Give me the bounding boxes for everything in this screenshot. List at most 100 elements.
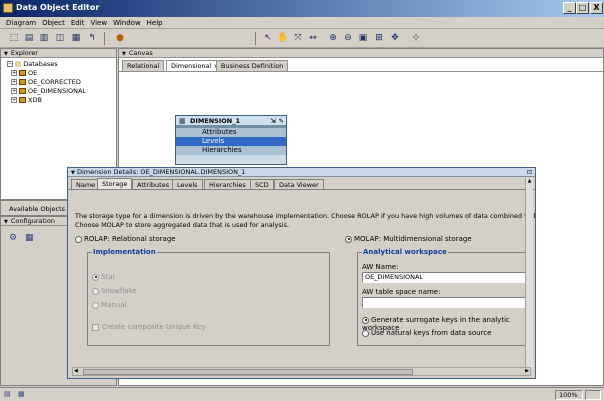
manual-radio[interactable]: Manual <box>92 301 126 309</box>
toolbar-separator <box>255 32 256 45</box>
pan-hand-icon[interactable]: ✋ <box>277 32 289 44</box>
radio-button[interactable] <box>92 287 99 295</box>
dimension-header[interactable]: ▦ DIMENSION_1 ⇲ ✎ <box>176 116 286 126</box>
collapse-icon[interactable]: ▼ <box>71 170 75 176</box>
tree-node-databases[interactable]: − ▤ Databases <box>7 60 116 69</box>
explorer-title: Explorer <box>10 49 38 57</box>
rolap-radio[interactable]: ROLAP: Relational storage <box>75 235 176 243</box>
scroll-left-icon[interactable]: ◀ <box>74 368 78 374</box>
edit-icon[interactable]: ✎ <box>279 116 284 126</box>
maximize-button[interactable]: □ <box>576 2 589 14</box>
tab-divider <box>119 71 603 72</box>
radio-button[interactable] <box>92 301 99 309</box>
sequence-icon[interactable]: ↰ <box>86 32 98 44</box>
expand-node-icon[interactable]: + <box>11 70 17 76</box>
configuration-title: Configuration <box>10 217 55 225</box>
vertical-scrollbar[interactable]: ▲ <box>525 178 533 368</box>
zoom-out-icon[interactable]: ⊖ <box>342 32 354 44</box>
configure-icon[interactable]: ⚙ <box>9 233 17 243</box>
menu-window[interactable]: Window <box>113 17 141 29</box>
tree-node-oe-corrected[interactable]: + OE_CORRECTED <box>7 78 116 87</box>
scroll-up-icon[interactable]: ▲ <box>526 178 533 184</box>
fit-width-icon[interactable]: ↔ <box>307 32 319 44</box>
aw-tablespace-input[interactable] <box>362 297 530 308</box>
implementation-group: Implementation Star Snowflake Manual Cre… <box>87 248 330 346</box>
horizontal-scrollbar[interactable]: ◀ ▶ <box>72 367 531 376</box>
fit-icon[interactable]: ⤧ <box>292 32 304 44</box>
menu-help[interactable]: Help <box>147 17 163 29</box>
zoom-in-icon[interactable]: ⊕ <box>327 32 339 44</box>
auto-layout-icon[interactable]: ✥ <box>389 32 401 44</box>
tree-label: Databases <box>23 60 58 68</box>
collapse-icon[interactable]: ▼ <box>122 51 126 57</box>
radio-button[interactable] <box>75 235 82 243</box>
expand-icon[interactable]: ⇲ <box>271 116 276 126</box>
status-icon: ▦ <box>18 390 25 398</box>
collapse-icon[interactable]: ▼ <box>4 51 8 57</box>
canvas-title: Canvas <box>128 49 153 57</box>
deploy-icon[interactable]: ● <box>114 32 126 44</box>
menu-view[interactable]: View <box>90 17 107 29</box>
add-dimension-icon[interactable]: ▦ <box>70 32 82 44</box>
canvas-header: ▼ Canvas <box>119 49 603 58</box>
close-button[interactable]: X <box>590 2 603 14</box>
star-label: Star <box>101 273 116 281</box>
analytical-workspace-title: Analytical workspace <box>362 248 448 256</box>
tree-node-oe-dimensional[interactable]: + OE_DIMENSIONAL <box>7 87 116 96</box>
collapse-node-icon[interactable]: − <box>7 61 13 67</box>
snowflake-label: Snowflake <box>101 287 137 295</box>
add-view-icon[interactable]: ▥ <box>38 32 50 44</box>
folder-icon: ▤ <box>15 60 22 68</box>
menu-edit[interactable]: Edit <box>71 17 85 29</box>
description-line: The storage type for a dimension is driv… <box>75 212 535 220</box>
molap-radio[interactable]: MOLAP: Multidimensional storage <box>345 235 472 243</box>
menu-diagram[interactable]: Diagram <box>6 17 36 29</box>
dimension-icon: ▦ <box>179 117 186 125</box>
tree-node-xdb[interactable]: + XDB <box>7 96 116 105</box>
properties-icon[interactable]: ▦ <box>25 233 34 243</box>
database-icon <box>19 97 26 103</box>
select-pointer-icon[interactable]: ↖ <box>262 32 274 44</box>
expand-node-icon[interactable]: + <box>11 79 17 85</box>
tree-node-oe[interactable]: + OE <box>7 69 116 78</box>
dimension-object[interactable]: ▦ DIMENSION_1 ⇲ ✎ Attributes Levels Hier… <box>175 115 287 165</box>
layout-icon[interactable]: ⊞ <box>373 32 385 44</box>
snowflake-radio[interactable]: Snowflake <box>92 287 137 295</box>
minimize-button[interactable]: _ <box>563 2 576 14</box>
radio-button[interactable] <box>362 329 369 337</box>
add-cube-icon[interactable]: ◫ <box>54 32 66 44</box>
menu-bar: Diagram Object Edit View Window Help <box>0 17 604 29</box>
zoom-level: 100% <box>555 390 583 400</box>
tab-label: Dimensional <box>171 62 212 70</box>
expand-node-icon[interactable]: + <box>11 97 17 103</box>
composite-key-checkbox[interactable]: Create composite Unique Key <box>92 323 206 331</box>
collapse-icon[interactable]: ▼ <box>4 219 8 225</box>
radio-button[interactable] <box>92 273 99 281</box>
natural-keys-radio[interactable]: Use natural keys from data source <box>362 329 491 337</box>
dimension-item-hierarchies[interactable]: Hierarchies <box>176 146 286 155</box>
natural-keys-label: Use natural keys from data source <box>371 329 492 337</box>
radio-button[interactable] <box>345 235 352 243</box>
scroll-thumb[interactable] <box>83 369 413 375</box>
panel-menu-icon[interactable]: ⊡ <box>527 168 532 177</box>
checkbox[interactable] <box>92 323 99 331</box>
menu-object[interactable]: Object <box>42 17 65 29</box>
new-object-icon[interactable]: ⬚ <box>8 32 20 44</box>
scroll-right-icon[interactable]: ▶ <box>525 368 529 374</box>
add-table-icon[interactable]: ▤ <box>23 32 35 44</box>
details-title: Dimension Details: OE_DIMENSIONAL.DIMENS… <box>76 168 246 176</box>
zoom-area-icon[interactable]: ▣ <box>357 32 369 44</box>
manual-label: Manual <box>101 301 127 309</box>
star-radio[interactable]: Star <box>92 273 115 281</box>
dimension-item-attributes[interactable]: Attributes <box>176 128 286 137</box>
expand-node-icon[interactable]: + <box>11 88 17 94</box>
available-objects-label: Available Objects <box>9 205 66 213</box>
aw-name-input[interactable]: OE_DIMENSIONAL <box>362 272 530 283</box>
relationships-icon[interactable]: ⊹ <box>410 32 422 44</box>
storage-description: The storage type for a dimension is driv… <box>75 212 535 230</box>
status-bar: ▤ ▦ 100% <box>0 387 604 401</box>
dimension-details-panel: ▼ Dimension Details: OE_DIMENSIONAL.DIME… <box>67 167 536 379</box>
dimension-item-levels[interactable]: Levels <box>176 137 286 146</box>
radio-button[interactable] <box>362 316 369 324</box>
tab-label: Relational <box>127 62 160 70</box>
